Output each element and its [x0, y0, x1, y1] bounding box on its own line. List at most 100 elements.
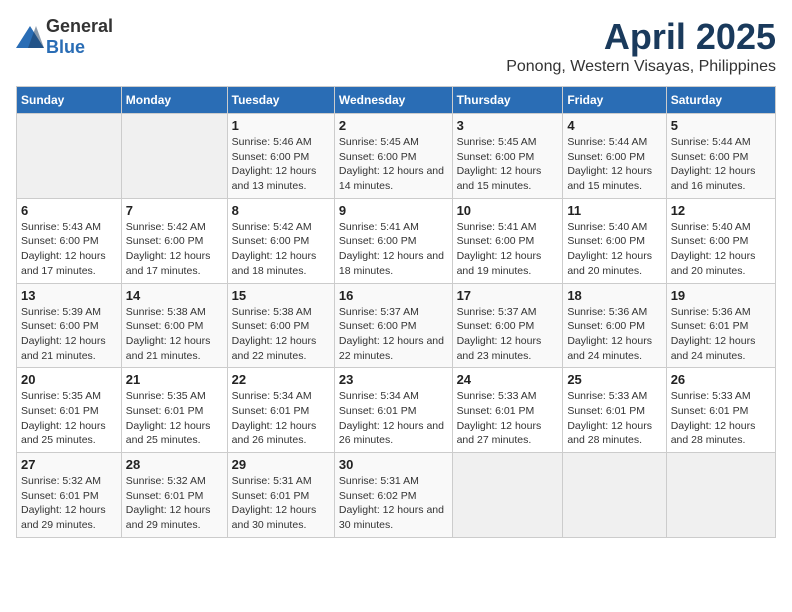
- day-detail: Sunrise: 5:46 AMSunset: 6:00 PMDaylight:…: [232, 135, 330, 194]
- calendar-cell: 18Sunrise: 5:36 AMSunset: 6:00 PMDayligh…: [563, 283, 666, 368]
- day-detail: Sunrise: 5:44 AMSunset: 6:00 PMDaylight:…: [671, 135, 771, 194]
- day-detail: Sunrise: 5:31 AMSunset: 6:01 PMDaylight:…: [232, 474, 330, 533]
- day-number: 12: [671, 203, 771, 218]
- day-number: 25: [567, 372, 661, 387]
- weekday-header: Wednesday: [334, 87, 452, 114]
- day-number: 10: [457, 203, 559, 218]
- calendar-cell: [17, 114, 122, 199]
- calendar-cell: 13 Sunrise: 5:39 AMSunset: 6:00 PMDayligh…: [17, 283, 122, 368]
- weekday-header: Saturday: [666, 87, 775, 114]
- day-detail: Sunrise: 5:44 AMSunset: 6:00 PMDaylight:…: [567, 135, 661, 194]
- day-detail: Sunrise: 5:45 AMSunset: 6:00 PMDaylight:…: [457, 135, 559, 194]
- day-detail: Sunrise: 5:36 AMSunset: 6:00 PMDaylight:…: [567, 305, 661, 364]
- calendar-cell: 15Sunrise: 5:38 AMSunset: 6:00 PMDayligh…: [227, 283, 334, 368]
- calendar-cell: 27 Sunrise: 5:32 AMSunset: 6:01 PMDayligh…: [17, 453, 122, 538]
- calendar-cell: [563, 453, 666, 538]
- calendar-cell: [121, 114, 227, 199]
- day-number: 30: [339, 457, 448, 472]
- day-detail: Sunrise: 5:33 AMSunset: 6:01 PMDaylight:…: [671, 389, 771, 448]
- calendar-cell: 28 Sunrise: 5:32 AMSunset: 6:01 PMDayligh…: [121, 453, 227, 538]
- day-number: 9: [339, 203, 448, 218]
- day-number: 29: [232, 457, 330, 472]
- calendar-cell: 19 Sunrise: 5:36 AMSunset: 6:01 PMDayligh…: [666, 283, 775, 368]
- day-number: 8: [232, 203, 330, 218]
- day-detail: Sunrise: 5:41 AMSunset: 6:00 PMDaylight:…: [457, 220, 559, 279]
- day-detail: Sunrise: 5:35 AMSunset: 6:01 PMDaylight:…: [21, 389, 117, 448]
- day-detail: Sunrise: 5:34 AMSunset: 6:01 PMDaylight:…: [232, 389, 330, 448]
- day-number: 24: [457, 372, 559, 387]
- subtitle: Ponong, Western Visayas, Philippines: [506, 58, 776, 76]
- calendar-week-row: 27 Sunrise: 5:32 AMSunset: 6:01 PMDayligh…: [17, 453, 776, 538]
- calendar-cell: 11Sunrise: 5:40 AMSunset: 6:00 PMDayligh…: [563, 198, 666, 283]
- day-detail: Sunrise: 5:38 AMSunset: 6:00 PMDaylight:…: [126, 305, 223, 364]
- day-number: 26: [671, 372, 771, 387]
- main-title: April 2025: [506, 16, 776, 58]
- day-detail: Sunrise: 5:41 AMSunset: 6:00 PMDaylight:…: [339, 220, 448, 279]
- weekday-header-row: SundayMondayTuesdayWednesdayThursdayFrid…: [17, 87, 776, 114]
- calendar-week-row: 6Sunrise: 5:43 AMSunset: 6:00 PMDaylight…: [17, 198, 776, 283]
- day-detail: Sunrise: 5:36 AMSunset: 6:01 PMDaylight:…: [671, 305, 771, 364]
- day-number: 27: [21, 457, 117, 472]
- day-detail: Sunrise: 5:35 AMSunset: 6:01 PMDaylight:…: [126, 389, 223, 448]
- calendar-cell: 4 Sunrise: 5:44 AMSunset: 6:00 PMDaylight…: [563, 114, 666, 199]
- day-detail: Sunrise: 5:39 AMSunset: 6:00 PMDaylight:…: [21, 305, 117, 364]
- day-number: 23: [339, 372, 448, 387]
- day-number: 2: [339, 118, 448, 133]
- calendar-cell: 20Sunrise: 5:35 AMSunset: 6:01 PMDayligh…: [17, 368, 122, 453]
- calendar-cell: 14Sunrise: 5:38 AMSunset: 6:00 PMDayligh…: [121, 283, 227, 368]
- calendar-week-row: 20Sunrise: 5:35 AMSunset: 6:01 PMDayligh…: [17, 368, 776, 453]
- day-detail: Sunrise: 5:40 AMSunset: 6:00 PMDaylight:…: [671, 220, 771, 279]
- logo-blue: Blue: [46, 37, 85, 57]
- day-detail: Sunrise: 5:33 AMSunset: 6:01 PMDaylight:…: [567, 389, 661, 448]
- calendar-cell: 24 Sunrise: 5:33 AMSunset: 6:01 PMDayligh…: [452, 368, 563, 453]
- calendar-cell: 22 Sunrise: 5:34 AMSunset: 6:01 PMDayligh…: [227, 368, 334, 453]
- calendar-cell: 30 Sunrise: 5:31 AMSunset: 6:02 PMDayligh…: [334, 453, 452, 538]
- logo-icon: [16, 26, 44, 48]
- day-number: 22: [232, 372, 330, 387]
- day-number: 6: [21, 203, 117, 218]
- calendar-cell: [452, 453, 563, 538]
- day-number: 1: [232, 118, 330, 133]
- logo: General Blue: [16, 16, 113, 58]
- weekday-header: Sunday: [17, 87, 122, 114]
- calendar-cell: 8Sunrise: 5:42 AMSunset: 6:00 PMDaylight…: [227, 198, 334, 283]
- day-number: 21: [126, 372, 223, 387]
- day-number: 7: [126, 203, 223, 218]
- calendar-cell: 3 Sunrise: 5:45 AMSunset: 6:00 PMDaylight…: [452, 114, 563, 199]
- day-detail: Sunrise: 5:33 AMSunset: 6:01 PMDaylight:…: [457, 389, 559, 448]
- calendar-cell: 6Sunrise: 5:43 AMSunset: 6:00 PMDaylight…: [17, 198, 122, 283]
- calendar-cell: 17Sunrise: 5:37 AMSunset: 6:00 PMDayligh…: [452, 283, 563, 368]
- calendar-cell: 5Sunrise: 5:44 AMSunset: 6:00 PMDaylight…: [666, 114, 775, 199]
- day-detail: Sunrise: 5:31 AMSunset: 6:02 PMDaylight:…: [339, 474, 448, 533]
- day-number: 4: [567, 118, 661, 133]
- calendar-week-row: 13 Sunrise: 5:39 AMSunset: 6:00 PMDayligh…: [17, 283, 776, 368]
- day-detail: Sunrise: 5:32 AMSunset: 6:01 PMDaylight:…: [21, 474, 117, 533]
- calendar-cell: [666, 453, 775, 538]
- calendar-cell: 21 Sunrise: 5:35 AMSunset: 6:01 PMDayligh…: [121, 368, 227, 453]
- calendar-week-row: 1 Sunrise: 5:46 AMSunset: 6:00 PMDaylight…: [17, 114, 776, 199]
- weekday-header: Tuesday: [227, 87, 334, 114]
- day-detail: Sunrise: 5:32 AMSunset: 6:01 PMDaylight:…: [126, 474, 223, 533]
- calendar-cell: 1 Sunrise: 5:46 AMSunset: 6:00 PMDaylight…: [227, 114, 334, 199]
- calendar-cell: 29 Sunrise: 5:31 AMSunset: 6:01 PMDayligh…: [227, 453, 334, 538]
- day-number: 3: [457, 118, 559, 133]
- day-detail: Sunrise: 5:40 AMSunset: 6:00 PMDaylight:…: [567, 220, 661, 279]
- weekday-header: Monday: [121, 87, 227, 114]
- title-area: April 2025 Ponong, Western Visayas, Phil…: [506, 16, 776, 76]
- logo-general: General: [46, 16, 113, 36]
- calendar-cell: 23Sunrise: 5:34 AMSunset: 6:01 PMDayligh…: [334, 368, 452, 453]
- day-detail: Sunrise: 5:37 AMSunset: 6:00 PMDaylight:…: [457, 305, 559, 364]
- day-number: 28: [126, 457, 223, 472]
- weekday-header: Friday: [563, 87, 666, 114]
- day-number: 19: [671, 288, 771, 303]
- day-number: 16: [339, 288, 448, 303]
- calendar-cell: 16 Sunrise: 5:37 AMSunset: 6:00 PMDayligh…: [334, 283, 452, 368]
- calendar-cell: 10 Sunrise: 5:41 AMSunset: 6:00 PMDayligh…: [452, 198, 563, 283]
- day-detail: Sunrise: 5:45 AMSunset: 6:00 PMDaylight:…: [339, 135, 448, 194]
- day-detail: Sunrise: 5:37 AMSunset: 6:00 PMDaylight:…: [339, 305, 448, 364]
- calendar-cell: 9 Sunrise: 5:41 AMSunset: 6:00 PMDaylight…: [334, 198, 452, 283]
- calendar-cell: 12 Sunrise: 5:40 AMSunset: 6:00 PMDayligh…: [666, 198, 775, 283]
- header: General Blue April 2025 Ponong, Western …: [16, 16, 776, 76]
- calendar-cell: 25 Sunrise: 5:33 AMSunset: 6:01 PMDayligh…: [563, 368, 666, 453]
- day-number: 13: [21, 288, 117, 303]
